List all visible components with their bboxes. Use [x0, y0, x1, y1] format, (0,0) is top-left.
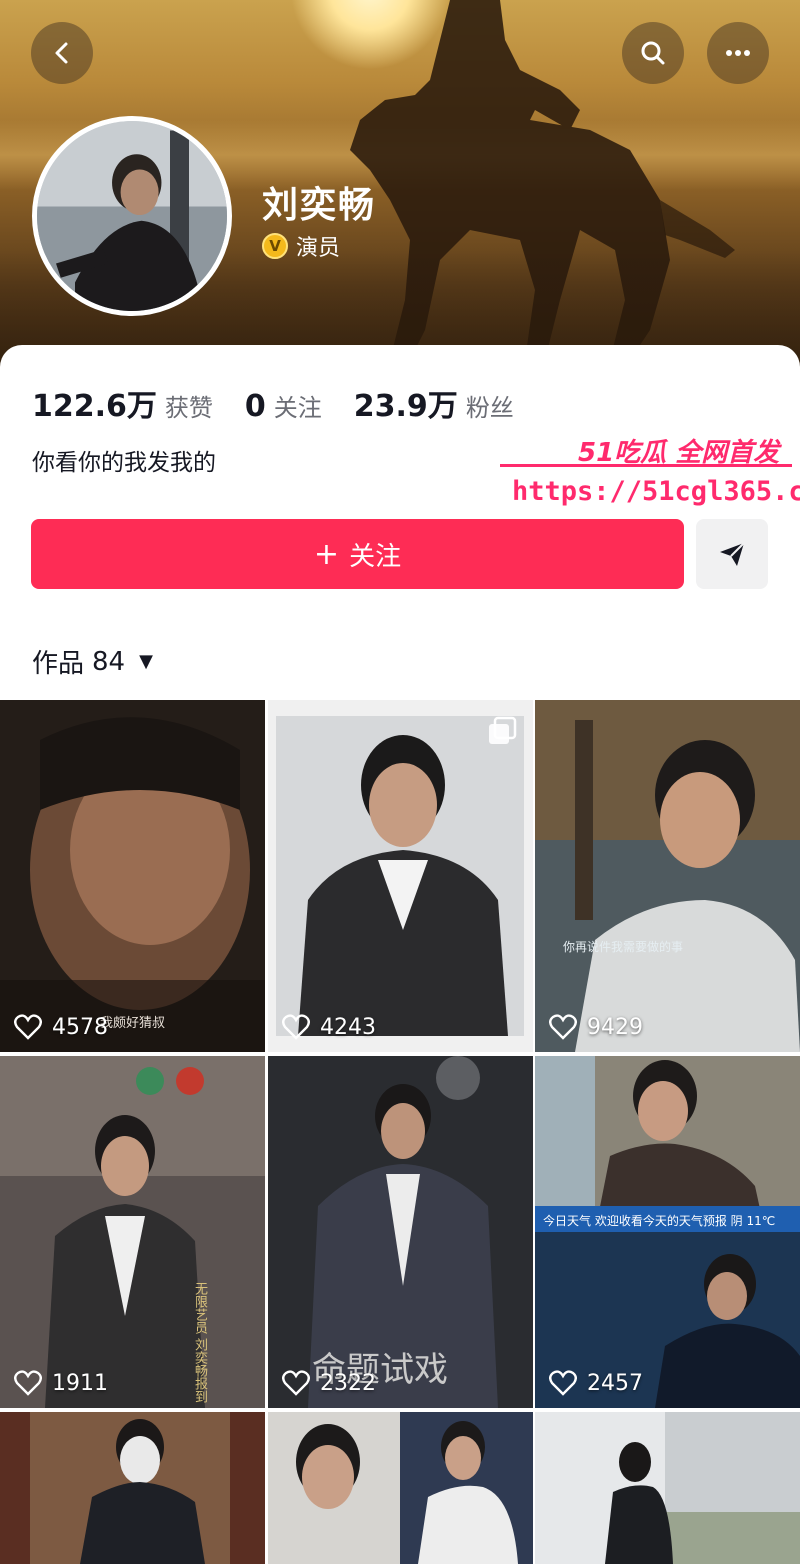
like-count: 2322 — [282, 1370, 376, 1396]
heart-icon — [549, 1370, 577, 1396]
video-thumbnail[interactable] — [0, 1412, 265, 1564]
like-count: 2457 — [549, 1370, 643, 1396]
works-label: 作品 — [32, 649, 85, 679]
thumbnail-image — [535, 1412, 800, 1564]
heart-icon — [14, 1370, 42, 1396]
like-count: 1911 — [14, 1370, 108, 1396]
like-count: 9429 — [549, 1014, 643, 1040]
thumbnail-caption: 今日天气 欢迎收看今天的天气预报 阴 11℃ — [543, 1214, 776, 1228]
like-number: 4578 — [52, 1014, 108, 1040]
video-thumbnail[interactable] — [535, 1412, 800, 1564]
profile-bio: 你看你的我发我的 — [32, 450, 216, 476]
video-thumbnail[interactable]: 无限艺员 刘奕畅报到 1911 — [0, 1056, 265, 1408]
verified-badge-icon: V — [262, 233, 288, 259]
video-thumbnail[interactable]: 我颇好猜叔 4578 — [0, 700, 265, 1052]
likes-count: 122.6万 — [32, 389, 157, 424]
video-grid: 我颇好猜叔 4578 4243 你再说件我需要做的事 9429 无限艺员 刘奕畅… — [0, 700, 800, 1564]
like-number: 2322 — [320, 1370, 376, 1396]
thumbnail-image — [0, 1412, 265, 1564]
back-button[interactable] — [31, 22, 93, 84]
dropdown-caret-icon: ▼ — [139, 651, 153, 672]
profile-name: 刘奕畅 — [262, 185, 377, 226]
video-thumbnail[interactable]: 今日天气 欢迎收看今天的天气预报 阴 11℃ 2457 — [535, 1056, 800, 1408]
heart-icon — [14, 1014, 42, 1040]
search-button[interactable] — [622, 22, 684, 84]
thumbnail-caption: 我颇好猜叔 — [100, 1016, 166, 1031]
watermark-bar — [500, 464, 792, 467]
thumbnail-image — [0, 700, 265, 1052]
multi-image-icon — [489, 716, 517, 744]
following-count[interactable]: 0 — [245, 389, 266, 424]
thumbnail-image — [0, 1056, 265, 1408]
thumbnail-caption: 你再说件我需要做的事 — [563, 940, 684, 954]
video-thumbnail[interactable]: 命题试戏 2322 — [268, 1056, 533, 1408]
works-count: 84 — [92, 646, 126, 677]
watermark-url: https://51cgl365.com — [512, 476, 800, 507]
thumbnail-image — [268, 1412, 533, 1564]
back-icon — [55, 42, 68, 64]
thumbnail-caption: 无限艺员 刘奕畅报到 — [192, 1282, 207, 1404]
video-thumbnail[interactable]: 你再说件我需要做的事 9429 — [535, 700, 800, 1052]
video-thumbnail[interactable]: 4243 — [268, 700, 533, 1052]
like-number: 1911 — [52, 1370, 108, 1396]
works-tab[interactable]: 作品 84 ▼ — [32, 643, 153, 680]
video-thumbnail[interactable] — [268, 1412, 533, 1564]
likes-label: 获赞 — [164, 394, 213, 422]
watermark: 51吃瓜 全网首发 https://51cgl365.com — [500, 418, 800, 518]
verification-row: V 演员 — [262, 230, 340, 262]
like-number: 2457 — [587, 1370, 643, 1396]
followers-count[interactable]: 23.9万 — [354, 381, 458, 425]
heart-icon — [282, 1014, 310, 1040]
heart-icon — [282, 1370, 310, 1396]
thumbnail-image — [268, 700, 533, 1052]
search-icon — [641, 41, 665, 65]
plus-icon: + — [313, 536, 340, 572]
verification-label: 演员 — [296, 236, 341, 261]
message-button[interactable] — [696, 519, 768, 589]
follow-label: 关注 — [349, 541, 402, 572]
stats-row: 122.6万 获赞 0 关注 23.9万 粉丝 — [32, 381, 546, 425]
more-button[interactable] — [707, 22, 769, 84]
like-count: 4243 — [282, 1014, 376, 1040]
follow-button[interactable]: + 关注 — [31, 519, 684, 589]
thumbnail-image — [535, 700, 800, 1052]
send-icon — [720, 542, 745, 566]
profile-info-panel: 122.6万 获赞 0 关注 23.9万 粉丝 你看你的我发我的 + 关注 作品… — [0, 345, 800, 700]
following-label[interactable]: 关注 — [274, 388, 322, 423]
like-number: 4243 — [320, 1014, 376, 1040]
like-number: 9429 — [587, 1014, 643, 1040]
more-icon — [726, 50, 750, 56]
avatar[interactable] — [32, 116, 232, 316]
avatar-image — [37, 121, 227, 311]
like-count: 4578 — [14, 1014, 108, 1040]
heart-icon — [549, 1014, 577, 1040]
